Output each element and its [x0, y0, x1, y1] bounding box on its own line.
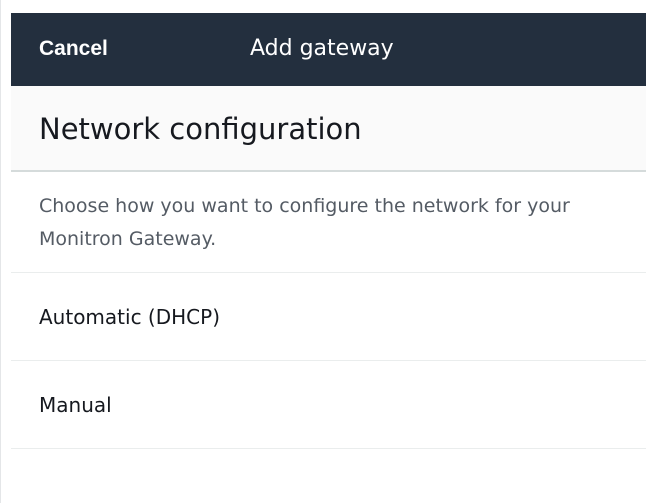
- page-title: Add gateway: [250, 36, 394, 61]
- empty-row: [11, 448, 646, 503]
- option-label: Manual: [39, 393, 112, 417]
- section-title: Network configuration: [39, 112, 362, 146]
- description-text: Choose how you want to configure the net…: [39, 195, 570, 250]
- option-automatic-dhcp[interactable]: Automatic (DHCP): [11, 272, 646, 360]
- section-header: Network configuration: [11, 86, 646, 172]
- add-gateway-screen: Cancel Add gateway Network configuration…: [0, 0, 646, 503]
- option-label: Automatic (DHCP): [39, 305, 220, 329]
- cancel-button[interactable]: Cancel: [39, 35, 108, 63]
- option-manual[interactable]: Manual: [11, 360, 646, 448]
- top-navigation-bar: Cancel Add gateway: [11, 13, 646, 86]
